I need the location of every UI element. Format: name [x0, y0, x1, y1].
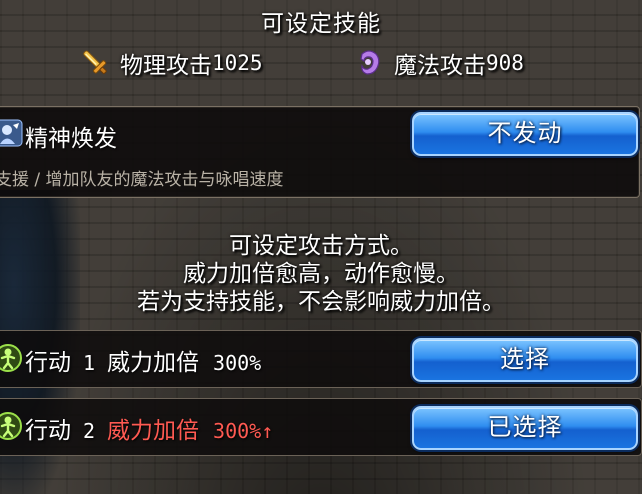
physical-attack-stat: 物理攻击 1025 — [78, 46, 263, 80]
selected-action-2-button[interactable]: 已选择 — [412, 406, 638, 450]
action-2-text: 行动 2 威力加倍 300%↑ — [25, 411, 273, 445]
explanation-line-2: 威力加倍愈高，动作愈慢。 — [183, 261, 459, 287]
action-1-label: 行动 — [25, 350, 71, 376]
action-figure-icon — [0, 343, 23, 373]
action-figure-icon — [0, 411, 23, 441]
skill-description: 支援 / 增加队友的魔法攻击与咏唱速度 — [0, 170, 284, 190]
action-2-power-value: 300%↑ — [213, 419, 274, 443]
action-1-index: 1 — [83, 351, 96, 375]
action-2-power-label: 威力加倍 — [107, 418, 200, 444]
skill-name: 精神焕发 — [25, 126, 117, 152]
page-title: 可设定技能 — [261, 11, 381, 37]
spirit-skill-icon — [0, 119, 23, 147]
action-1-power-label: 威力加倍 — [107, 350, 200, 376]
select-action-1-button[interactable]: 选择 — [412, 338, 638, 382]
physical-attack-value: 1025 — [212, 51, 263, 75]
explanation-line-3: 若为支持技能，不会影响威力加倍。 — [137, 289, 505, 315]
action-2-index: 2 — [83, 419, 96, 443]
attack-stats: 物理攻击 1025 魔法攻击 908 — [0, 46, 642, 80]
action-1-text: 行动 1 威力加倍 300% — [25, 343, 261, 377]
physical-attack-label: 物理攻击 — [120, 53, 212, 79]
sword-icon — [78, 46, 112, 80]
magic-attack-label: 魔法攻击 — [394, 53, 486, 79]
magic-attack-stat: 魔法攻击 908 — [352, 46, 524, 80]
explanation-line-1: 可设定攻击方式。 — [229, 233, 413, 259]
action-1-power-value: 300% — [213, 351, 262, 375]
no-activate-button[interactable]: 不发动 — [412, 112, 638, 156]
action-2-label: 行动 — [25, 418, 71, 444]
magic-hand-icon — [352, 46, 386, 80]
attack-mode-explanation: 可设定攻击方式。 威力加倍愈高，动作愈慢。 若为支持技能，不会影响威力加倍。 — [0, 232, 642, 316]
magic-attack-value: 908 — [486, 51, 524, 75]
